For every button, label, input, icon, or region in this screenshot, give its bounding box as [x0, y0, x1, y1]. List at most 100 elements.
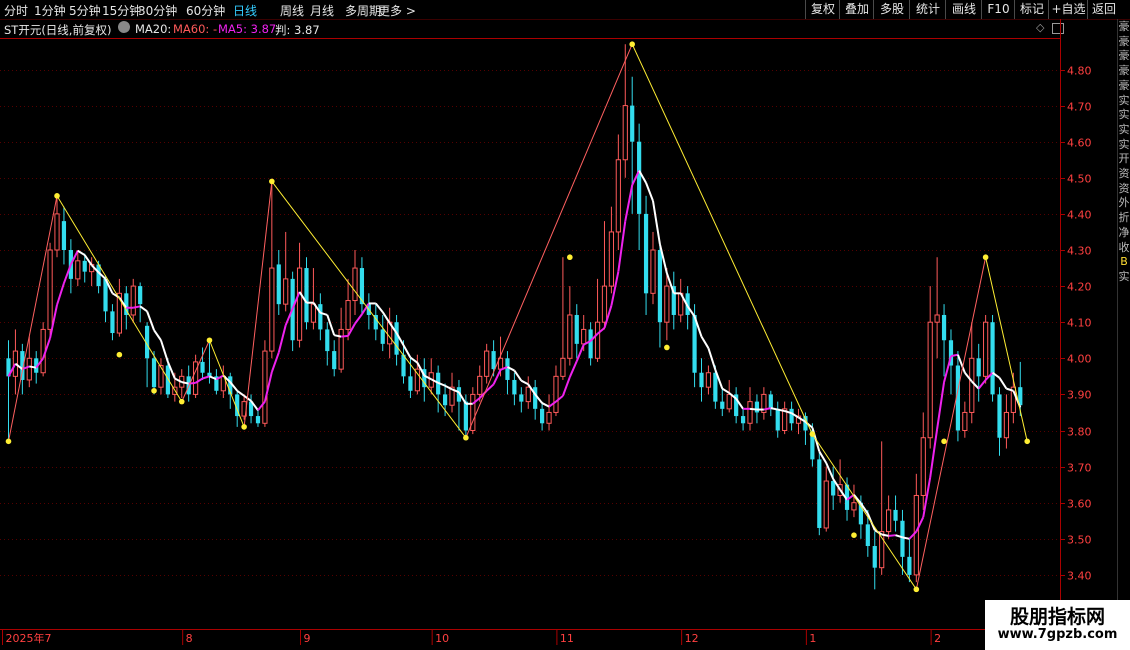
time-tick-label: 12	[685, 632, 699, 645]
candle-body-down	[304, 268, 309, 323]
candle-body-up	[352, 267, 358, 302]
candle-body-down	[540, 408, 545, 424]
watermark-title: 股朋指标网	[1009, 606, 1105, 628]
pivot-marker	[206, 337, 213, 344]
candle-body-up	[920, 437, 926, 496]
pivot-marker	[463, 434, 469, 441]
candle-body-up	[47, 249, 53, 330]
candle-body-up	[158, 365, 164, 388]
pivot-marker	[178, 398, 185, 405]
price-tick-label: 4.40	[1067, 209, 1092, 222]
candle-body-up	[608, 231, 615, 287]
ma-line-segment	[153, 329, 162, 341]
ma-line-segment	[202, 375, 210, 380]
candle-body-down	[831, 481, 836, 496]
candle-body-down	[318, 304, 323, 330]
candle-body-up	[664, 285, 670, 323]
candle-body-down	[61, 221, 67, 250]
ma-line-segment	[77, 249, 86, 256]
candle-body-up	[823, 480, 829, 529]
candle-body-down	[574, 314, 579, 344]
candle-body-up	[650, 249, 656, 294]
candle-body-up	[553, 375, 559, 413]
ma-line-segment	[624, 184, 634, 222]
candle-body-up	[477, 375, 483, 395]
candle-body-down	[900, 520, 905, 557]
candle-body-down	[332, 351, 337, 370]
candle-body-down	[442, 394, 448, 406]
ma-line-segment	[977, 379, 987, 390]
ma-line-segment	[770, 407, 778, 411]
candle-body-down	[630, 105, 635, 142]
candle-body-down	[768, 394, 773, 409]
candle-body-down	[151, 358, 157, 388]
pivot-marker	[241, 424, 247, 430]
candle-body-up	[262, 350, 268, 424]
candle-body-down	[754, 401, 760, 413]
candle-body-up	[601, 285, 608, 323]
ma-line-segment	[513, 370, 523, 382]
pivot-marker	[809, 431, 816, 437]
time-tick-label: 9	[303, 632, 310, 645]
ma-line-segment	[29, 365, 37, 369]
candle-body-up	[75, 260, 81, 280]
candle-body-up	[622, 105, 628, 161]
candle-body-down	[82, 260, 87, 272]
time-tick-label: 2	[934, 632, 941, 645]
candle-body-up	[913, 494, 919, 576]
ma-line-segment	[652, 200, 661, 245]
candle-body-up	[747, 401, 753, 424]
time-tick-label: 2025年7	[6, 631, 52, 645]
ma-line-segment	[825, 462, 835, 480]
ma-line-segment	[181, 381, 189, 385]
candle-body-down	[893, 509, 898, 521]
candle-body-up	[130, 285, 136, 316]
ma-line-segment	[133, 305, 141, 309]
candlestick-chart[interactable]: 4.80 4.70 4.60 4.50 4.40 4.30 4.20 4.10 4.00 3.90…	[0, 0, 1130, 650]
ma-line-segment	[492, 369, 502, 385]
price-tick-label: 4.20	[1067, 281, 1092, 294]
ma-line-segment	[936, 381, 946, 430]
candle-body-up	[296, 267, 303, 341]
candle-body-down	[643, 213, 649, 294]
candle-body-up	[594, 321, 601, 359]
price-tick-label: 3.80	[1067, 426, 1092, 439]
time-tick-label: 1	[809, 632, 816, 645]
candle-body-up	[851, 502, 857, 511]
zigzag-segment	[465, 44, 633, 438]
pivot-marker	[151, 387, 157, 394]
candle-body-up	[345, 300, 351, 330]
candle-body-down	[463, 401, 468, 431]
price-tick-label: 4.50	[1067, 173, 1092, 186]
candle-body-down	[720, 401, 725, 409]
watermark-url: www.7gpzb.com	[997, 627, 1118, 642]
candle-body-down	[789, 408, 794, 424]
candle-body-up	[983, 321, 989, 377]
zigzag-segment	[56, 195, 183, 402]
candle-body-up	[484, 350, 490, 377]
candle-body-down	[740, 416, 746, 424]
candle-body-up	[546, 411, 552, 424]
ma-line-segment	[520, 379, 529, 386]
candle-body-down	[138, 286, 143, 305]
ma-line-segment	[381, 311, 391, 324]
candle-body-down	[713, 372, 718, 402]
candle-body-down	[775, 408, 780, 431]
candle-body-down	[325, 329, 330, 352]
price-tick-label: 4.30	[1067, 245, 1092, 258]
ma-line-segment	[568, 360, 578, 378]
zigzag-segment	[915, 257, 987, 590]
candle-body-down	[519, 394, 524, 402]
candle-body-up	[26, 357, 32, 381]
candle-body-down	[817, 459, 822, 528]
price-tick-label: 4.80	[1067, 65, 1092, 78]
candle-body-down	[255, 416, 261, 424]
price-tick-label: 4.60	[1067, 137, 1092, 150]
candle-body-down	[512, 379, 517, 395]
candle-body-down	[865, 524, 870, 547]
time-tick-label: 8	[186, 632, 193, 645]
ma-line-segment	[270, 352, 280, 373]
price-tick-label: 4.00	[1067, 353, 1092, 366]
pivot-marker	[941, 438, 947, 445]
candle-body-down	[533, 387, 538, 409]
